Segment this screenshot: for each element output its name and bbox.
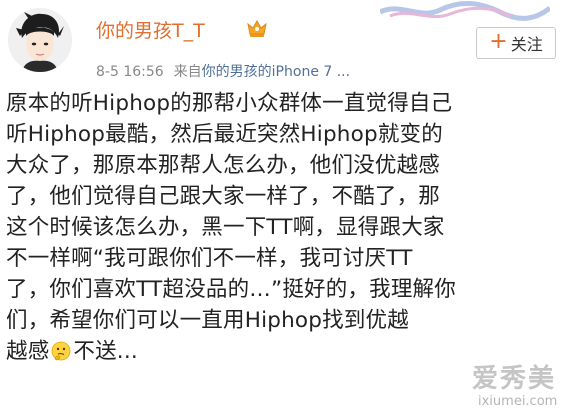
content-line: 原本的听Hiphop的那帮小众群体一直觉得自己 xyxy=(6,91,453,116)
content-line: 这个时候该怎么办，黑一下TT啊，显得跟大家 xyxy=(6,215,445,240)
watermark-url: ixiumei.com xyxy=(478,394,558,409)
thinking-emoji-icon xyxy=(52,341,71,361)
post-time: 8-5 16:56 xyxy=(96,64,164,80)
weibo-post-card: 你的男孩T_T + 关注 8-5 16:56 来自你的男孩的iPhone 7 ..… xyxy=(0,0,586,415)
content-line: 不一样啊“我可跟你们不一样，我可讨厌TT xyxy=(6,246,413,271)
post-content: 原本的听Hiphop的那帮小众群体一直觉得自己 听Hiphop最酷，然后最近突然… xyxy=(6,88,582,367)
avatar-portrait-icon xyxy=(8,8,72,72)
content-line: 听Hiphop最酷，然后最近突然Hiphop就变的 xyxy=(6,122,443,147)
content-line: 了，你们喜欢TT超没品的…”挺好的，我理解你 xyxy=(6,277,456,302)
avatar[interactable] xyxy=(8,8,72,72)
plus-icon: + xyxy=(489,29,508,54)
content-text: 越感 xyxy=(6,339,50,364)
content-line: 大众了，那原本那帮人怎么办，他们没优越感 xyxy=(6,153,441,178)
vip-crown-icon xyxy=(247,19,267,37)
username[interactable]: 你的男孩T_T xyxy=(96,16,205,43)
follow-button-label: 关注 xyxy=(510,35,543,54)
follow-button[interactable]: + 关注 xyxy=(476,27,556,59)
content-last-line: 越感 不送... xyxy=(6,336,582,367)
source-prefix: 来自 xyxy=(173,64,202,80)
post-meta: 8-5 16:56 来自你的男孩的iPhone 7 ... xyxy=(96,61,350,81)
content-line: 们，希望你们可以一直用Hiphop找到优越 xyxy=(6,308,409,333)
chevron-down-icon[interactable] xyxy=(354,58,374,78)
content-text: 不送... xyxy=(73,339,138,364)
content-line: 了，他们觉得自己跟大家一样了，不酷了，那 xyxy=(6,184,441,209)
decorative-wave-icon xyxy=(380,0,550,21)
source-link[interactable]: 你的男孩的iPhone 7 ... xyxy=(202,64,350,80)
